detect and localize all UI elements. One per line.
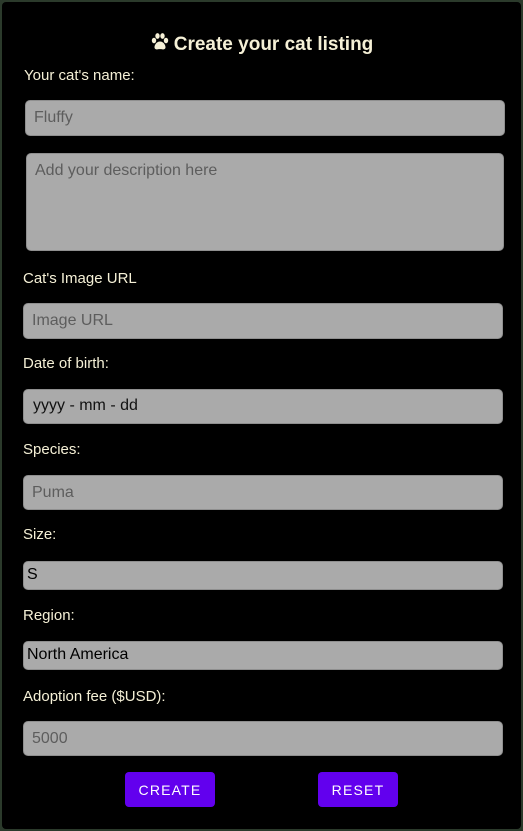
image-url-input[interactable]	[23, 303, 503, 339]
adoption-fee-input[interactable]	[23, 721, 503, 756]
adoption-fee-label: Adoption fee ($USD):	[23, 688, 166, 705]
reset-button[interactable]: RESET	[318, 772, 398, 807]
form-title: Create your cat listing	[0, 32, 523, 60]
paw-icon	[150, 32, 170, 60]
name-input[interactable]	[25, 100, 505, 136]
name-label: Your cat's name:	[24, 67, 135, 84]
image-url-label: Cat's Image URL	[23, 270, 137, 287]
form-title-text: Create your cat listing	[173, 34, 374, 55]
species-label: Species:	[23, 441, 81, 458]
create-button[interactable]: CREATE	[125, 772, 215, 807]
size-selected-value: S	[27, 566, 38, 583]
description-textarea[interactable]	[26, 153, 504, 251]
date-format-text: yyyy - mm - dd	[33, 397, 138, 414]
region-label: Region:	[23, 607, 75, 624]
species-input[interactable]	[23, 475, 503, 510]
region-selected-value: North America	[27, 646, 129, 663]
date-of-birth-label: Date of birth:	[23, 355, 109, 372]
size-label: Size:	[23, 526, 57, 543]
size-select[interactable]	[23, 561, 503, 590]
